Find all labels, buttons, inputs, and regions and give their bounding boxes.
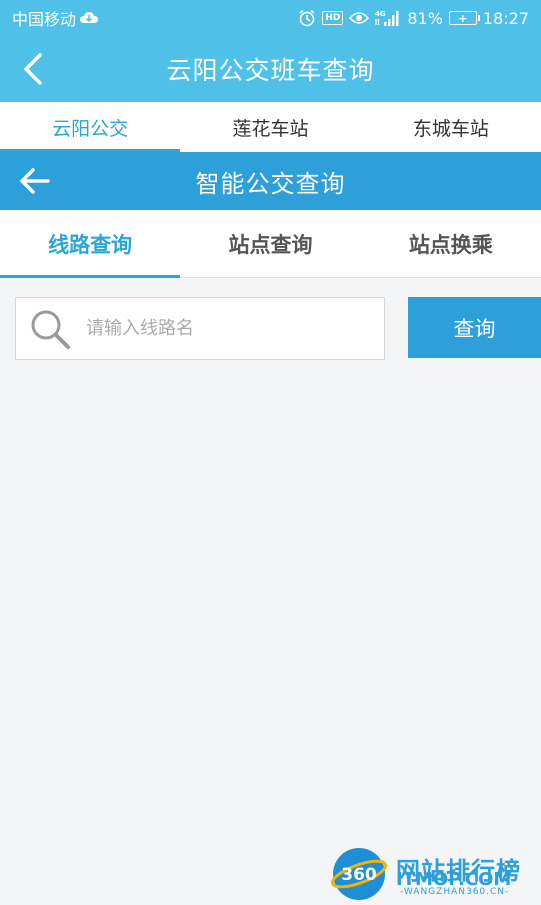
battery-icon: + xyxy=(448,11,480,25)
watermark: 360 网站排行榜 ITMOP.COM -WANGZHAN360.CN- xyxy=(330,843,540,903)
tab-label: 东城车站 xyxy=(412,117,489,140)
logo-360-icon: 360 xyxy=(330,845,388,903)
tab-label: 站点换乘 xyxy=(408,232,493,257)
tab-stop-transfer[interactable]: 站点换乘 xyxy=(361,210,541,277)
status-right: HD 4G 81% + 18:27 xyxy=(298,9,529,28)
page-title: 云阳公交班车查询 xyxy=(166,56,375,85)
route-search-input[interactable] xyxy=(86,318,366,339)
search-icon xyxy=(28,307,72,351)
status-left: 中国移动 xyxy=(12,6,99,30)
status-bar: 中国移动 HD 4G 81% + 18:27 xyxy=(0,0,541,36)
network-label: 4G xyxy=(375,10,386,18)
title-bar: 云阳公交班车查询 xyxy=(0,36,541,102)
logo-text: 360 xyxy=(341,865,377,885)
carrier-label: 中国移动 xyxy=(12,10,77,29)
battery-percent: 81% xyxy=(407,8,443,28)
top-tab-bar: 云阳公交 莲花车站 东城车站 xyxy=(0,102,541,152)
tab-label: 站点查询 xyxy=(228,232,313,257)
watermark-url: -WANGZHAN360.CN- xyxy=(400,887,510,897)
signal-icon: 4G xyxy=(375,9,401,27)
eye-icon xyxy=(349,11,370,25)
tab-lianhua-station[interactable]: 莲花车站 xyxy=(180,102,360,152)
sub-header-title: 智能公交查询 xyxy=(195,169,346,198)
query-button[interactable]: 查询 xyxy=(408,297,541,358)
tab-dongcheng-station[interactable]: 东城车站 xyxy=(361,102,541,152)
sub-header: 智能公交查询 xyxy=(0,152,541,210)
search-box[interactable] xyxy=(15,297,385,360)
tab-yunyang-bus[interactable]: 云阳公交 xyxy=(0,102,181,152)
back-arrow-icon[interactable] xyxy=(18,166,52,196)
clock: 18:27 xyxy=(482,8,529,28)
tab-label: 莲花车站 xyxy=(232,117,309,140)
alarm-icon xyxy=(298,9,316,27)
tab-route-query[interactable]: 线路查询 xyxy=(0,210,181,278)
query-tab-bar: 线路查询 站点查询 站点换乘 xyxy=(0,210,541,278)
tab-stop-query[interactable]: 站点查询 xyxy=(180,210,360,277)
hd-icon: HD xyxy=(322,11,344,25)
tab-label: 线路查询 xyxy=(48,232,133,257)
back-arrow-icon[interactable] xyxy=(18,53,50,85)
cloud-icon xyxy=(80,11,99,25)
tab-label: 云阳公交 xyxy=(52,117,129,140)
